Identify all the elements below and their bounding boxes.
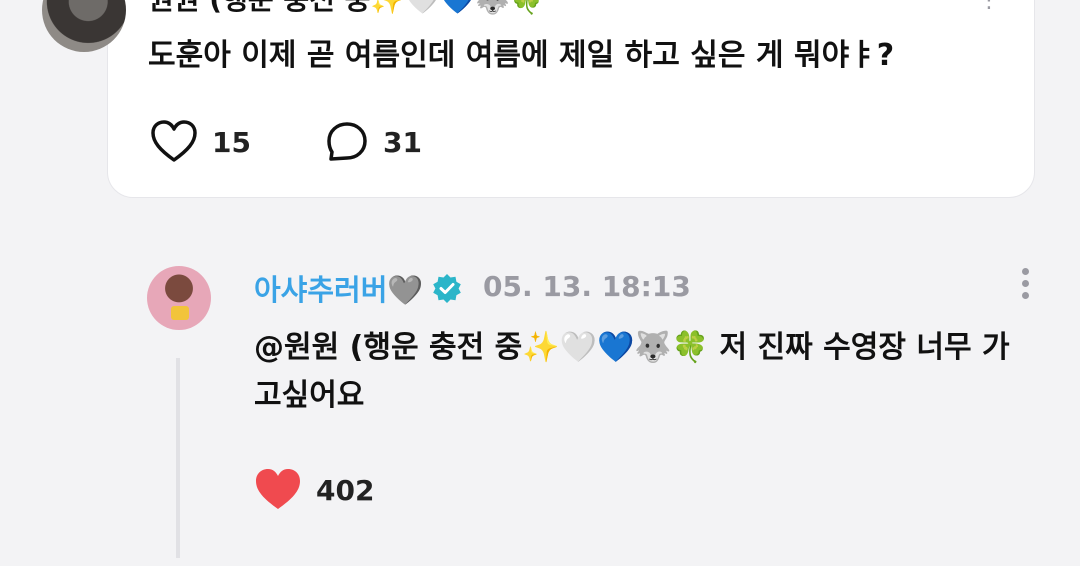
- parent-author-name[interactable]: 원원 (행운 충전 중✨🤍💙🐺🍀: [148, 0, 545, 18]
- reply-like-count: 402: [316, 473, 375, 507]
- avatar[interactable]: [147, 266, 211, 330]
- heart-filled-icon: [256, 469, 300, 509]
- reply-like-button[interactable]: 402: [254, 468, 374, 512]
- shirt-logo: [171, 306, 189, 320]
- speech-bubble-icon: [327, 122, 367, 161]
- more-vertical-icon[interactable]: [1018, 268, 1032, 308]
- comment-button[interactable]: 31: [325, 120, 422, 164]
- reply-timestamp: 05. 13. 18:13: [483, 270, 691, 303]
- reply-author-name: 아샤추러버🩶: [254, 273, 424, 307]
- heart-outline-icon: [151, 120, 197, 162]
- like-count: 15: [212, 125, 251, 159]
- verified-badge-icon: [432, 274, 461, 303]
- reply-text: @원원 (행운 충전 중✨🤍💙🐺🍀 저 진짜 수영장 너무 가고싶어요: [254, 330, 1010, 413]
- reply-count: 31: [383, 125, 422, 159]
- more-vertical-icon[interactable]: ⋮: [978, 0, 1000, 13]
- like-button[interactable]: 15: [150, 120, 251, 164]
- reply-author[interactable]: 아샤추러버🩶: [254, 267, 462, 309]
- thread-line: [176, 358, 180, 558]
- parent-comment-text: 도훈아 이제 곧 여름인데 여름에 제일 하고 싶은 게 뭐야ㅑ?: [148, 38, 895, 73]
